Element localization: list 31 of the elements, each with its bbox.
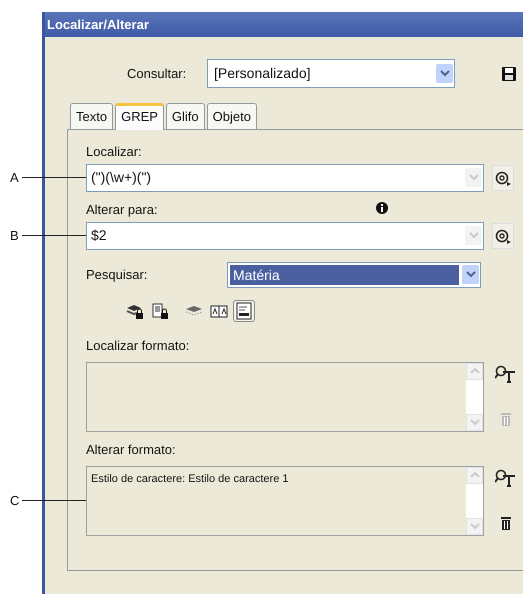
tab[interactable]: Objeto	[206, 103, 257, 128]
scope-dropdown[interactable]: Matéria	[227, 262, 481, 288]
window-title: Localizar/Alterar	[45, 12, 523, 37]
leader-line	[22, 177, 86, 178]
query-dropdown[interactable]: [Personalizado]	[207, 59, 455, 88]
tab[interactable]: GREP	[115, 103, 164, 130]
leader-line	[22, 500, 86, 501]
field-label: Pesquisar:	[86, 266, 148, 284]
special-characters-button[interactable]	[492, 222, 514, 248]
callout-label: A	[10, 168, 20, 187]
leader-line	[22, 235, 86, 236]
text-field[interactable]: $2	[86, 222, 484, 250]
tab[interactable]: Glifo	[166, 103, 205, 128]
format-search-icon[interactable]	[495, 468, 517, 488]
query-label: Consultar:	[127, 64, 188, 83]
save-icon[interactable]	[501, 66, 517, 82]
format-search-icon[interactable]	[495, 364, 517, 384]
text-frame-icon[interactable]	[233, 300, 255, 322]
info-icon	[376, 202, 388, 214]
text-field[interactable]: (")(\w+)(")	[86, 164, 484, 192]
field-label: Alterar para:	[86, 202, 158, 218]
format-text: Estilo de caractere: Estilo de caractere 1	[90, 472, 290, 486]
field-label: Localizar formato:	[86, 338, 190, 354]
field-label: Alterar formato:	[86, 442, 176, 458]
special-characters-button[interactable]	[492, 164, 514, 190]
callout-label: B	[10, 226, 20, 245]
callout-label: C	[10, 492, 20, 510]
dropdown-value: Matéria	[230, 264, 459, 284]
tab[interactable]: Texto	[70, 103, 114, 128]
dropdown-value: [Personalizado]	[213, 64, 312, 83]
field-label: Localizar:	[86, 144, 142, 160]
